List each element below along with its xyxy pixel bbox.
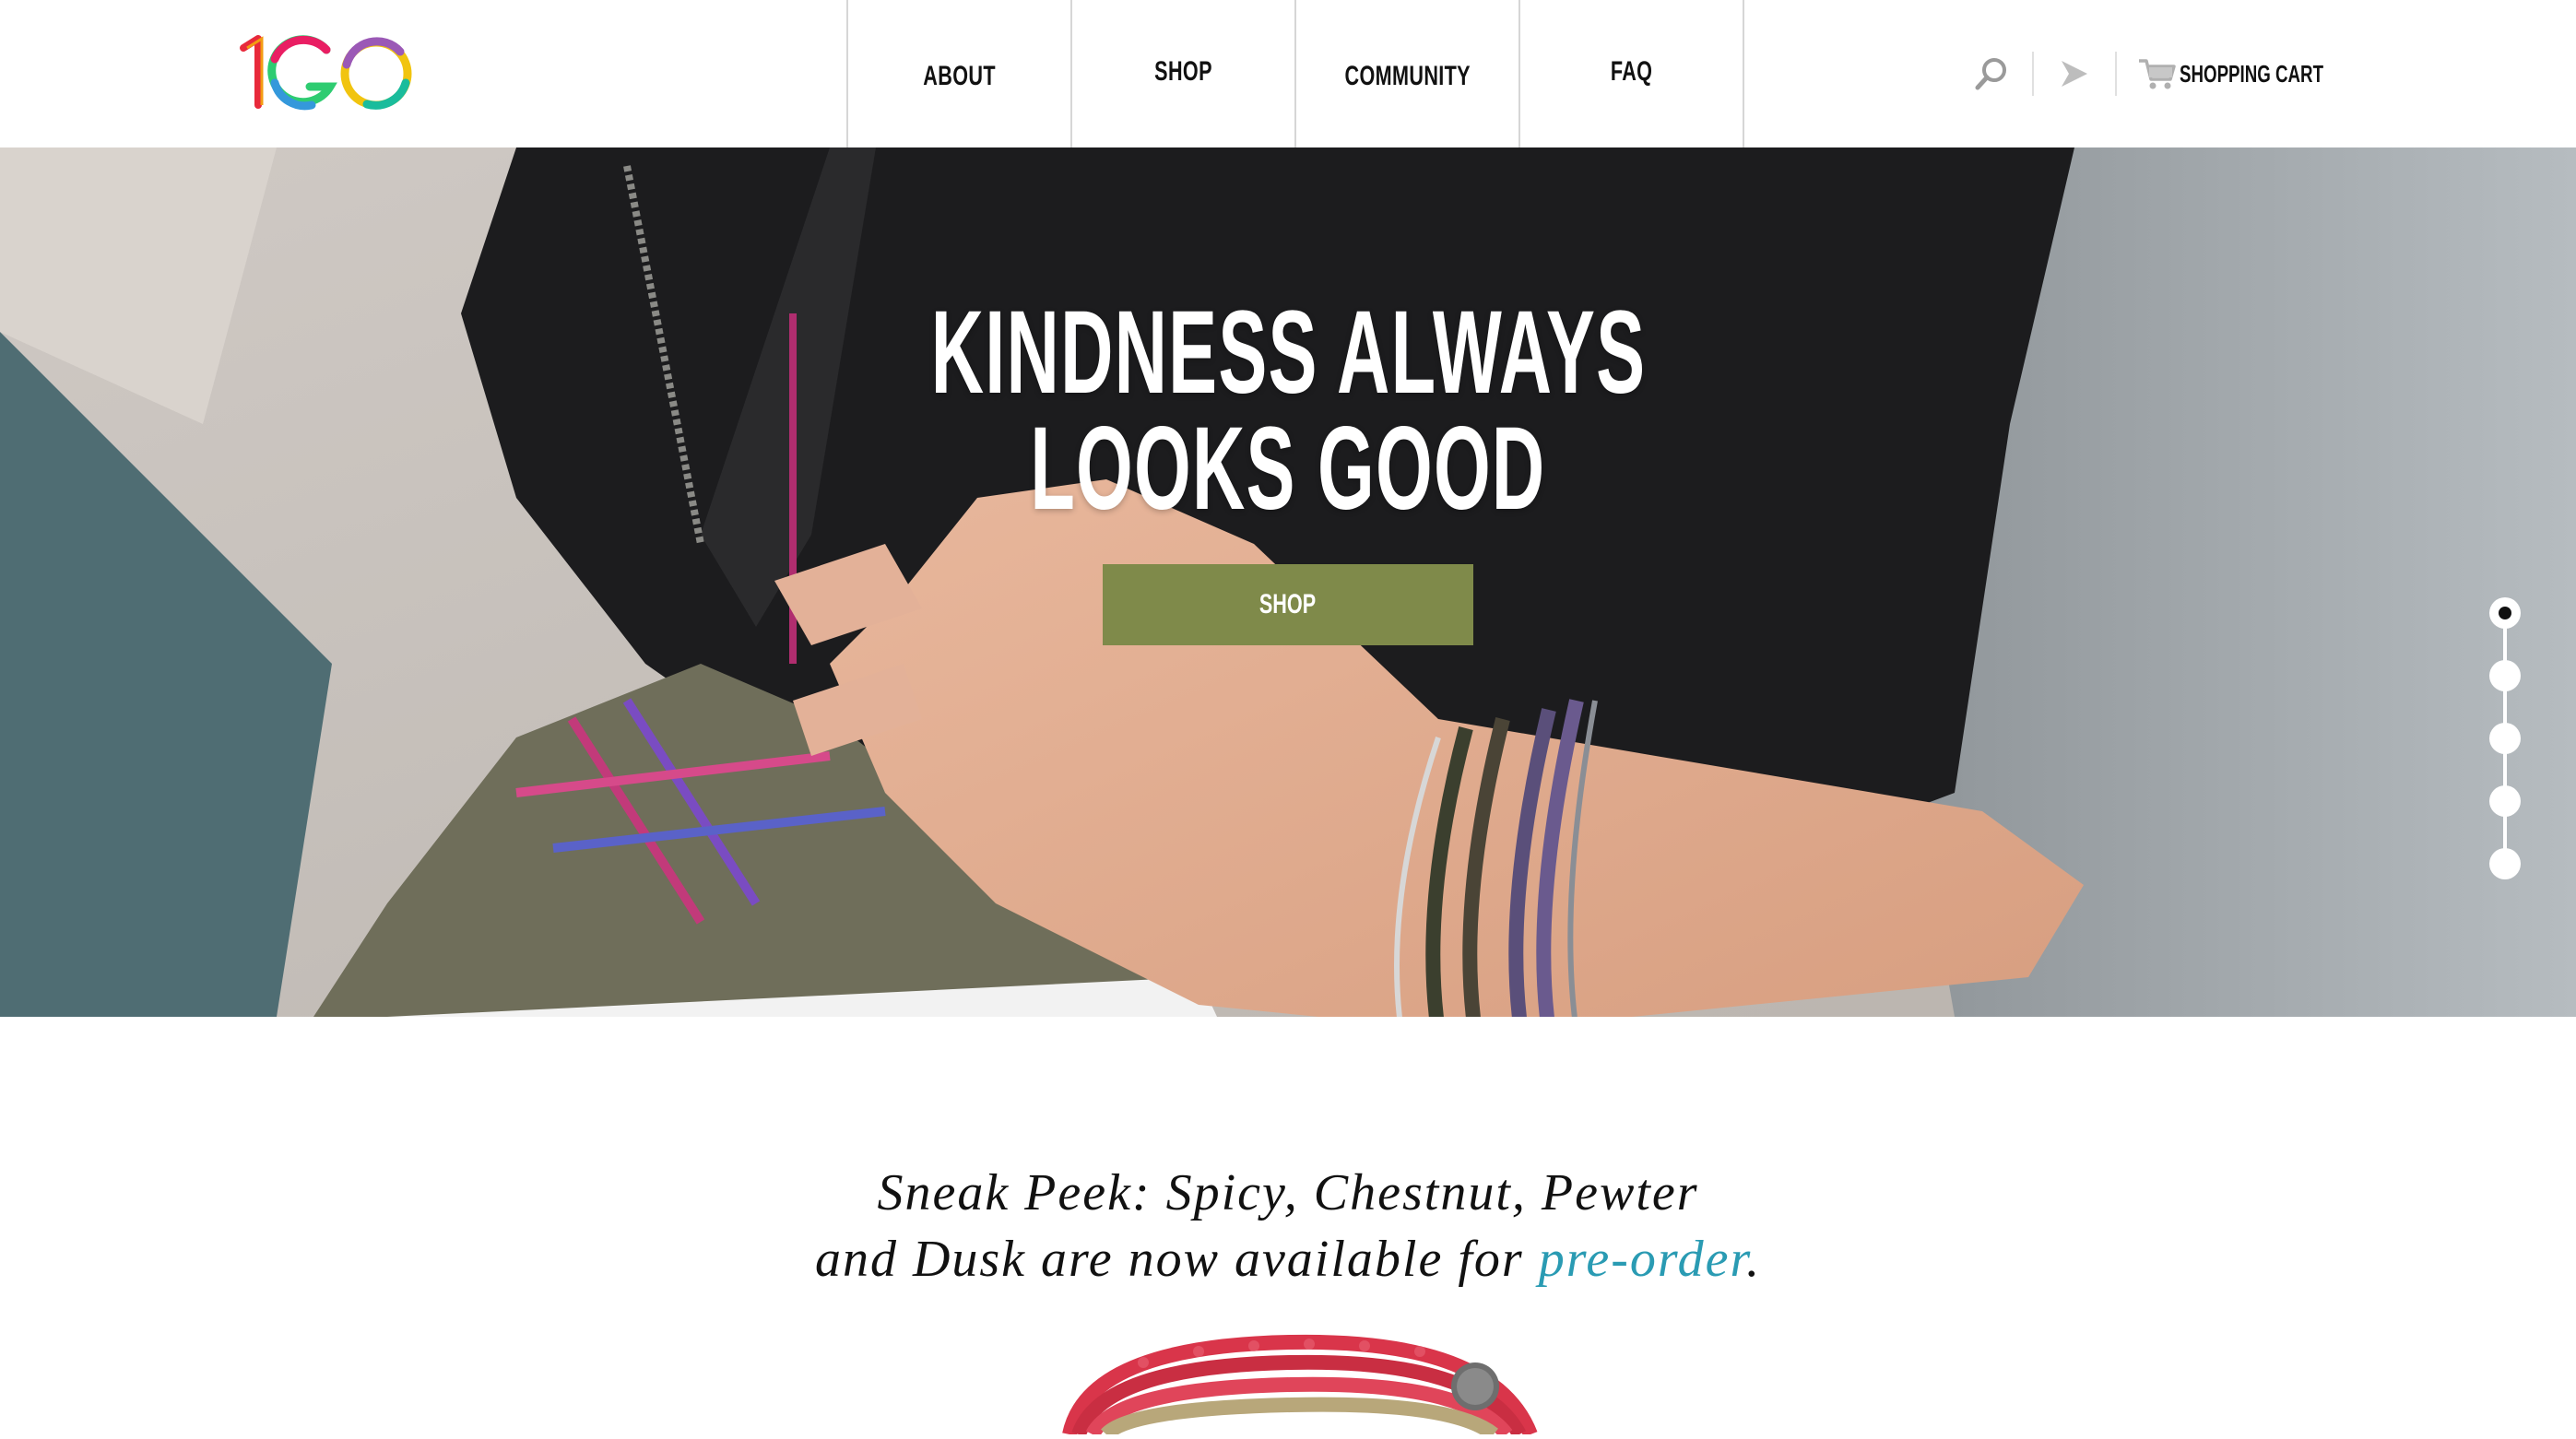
nav-shop[interactable]: SHOP (1072, 0, 1296, 147)
logo-mark-icon (240, 35, 412, 111)
pre-order-link[interactable]: pre-order (1539, 1231, 1746, 1288)
bracelet-product-image (1014, 1309, 1604, 1439)
tool-divider (2115, 52, 2117, 96)
nav-community-label: COMMUNITY (1344, 61, 1471, 91)
site-header: ABOUT SHOP COMMUNITY FAQ SHOPPING CART (0, 0, 2576, 147)
nav-about[interactable]: ABOUT (848, 0, 1072, 147)
pager-dot-2[interactable] (2489, 660, 2521, 691)
brand-logo[interactable] (238, 28, 422, 116)
main-nav: ABOUT SHOP COMMUNITY FAQ (846, 0, 1744, 147)
nav-community[interactable]: COMMUNITY (1296, 0, 1520, 147)
pager-dot-5[interactable] (2489, 848, 2521, 879)
shopping-cart-link[interactable]: SHOPPING CART (2130, 46, 2380, 101)
nav-faq-label: FAQ (1610, 56, 1653, 87)
hero-slider: KINDNESS ALWAYS LOOKS GOOD SHOP (0, 147, 2576, 1017)
sneak-peek-line2: and Dusk are now available for pre-order… (0, 1226, 2576, 1292)
hero-headline-line1: KINDNESS ALWAYS (930, 287, 1646, 419)
sneak-peek-line1: Sneak Peek: Spicy, Chestnut, Pewter (877, 1164, 1699, 1221)
sneak-peek-period: . (1746, 1231, 1762, 1288)
nav-about-label: ABOUT (923, 61, 996, 91)
nav-shop-label: SHOP (1154, 56, 1212, 87)
pager-dot-3[interactable] (2489, 723, 2521, 754)
sneak-peek-line2-text: and Dusk are now available for (814, 1231, 1539, 1288)
cart-label: SHOPPING CART (2180, 59, 2324, 88)
header-tools: SHOPPING CART (1964, 46, 2380, 101)
nav-faq[interactable]: FAQ (1520, 0, 1744, 147)
share-arrow-icon[interactable] (2047, 46, 2102, 101)
tool-divider (2032, 52, 2034, 96)
hero-headline: KINDNESS ALWAYS LOOKS GOOD (0, 287, 2576, 535)
hero-shop-button-label: SHOP (1259, 589, 1317, 619)
hero-headline-line2: LOOKS GOOD (1030, 403, 1546, 535)
search-icon[interactable] (1964, 46, 2019, 101)
pager-dot-1[interactable] (2489, 597, 2521, 629)
slide-pager (2489, 597, 2521, 883)
pager-dot-4[interactable] (2489, 785, 2521, 817)
cart-icon (2130, 46, 2185, 101)
sneak-peek-text: Sneak Peek: Spicy, Chestnut, Pewter and … (0, 1160, 2576, 1292)
hero-shop-button[interactable]: SHOP (1103, 564, 1473, 645)
